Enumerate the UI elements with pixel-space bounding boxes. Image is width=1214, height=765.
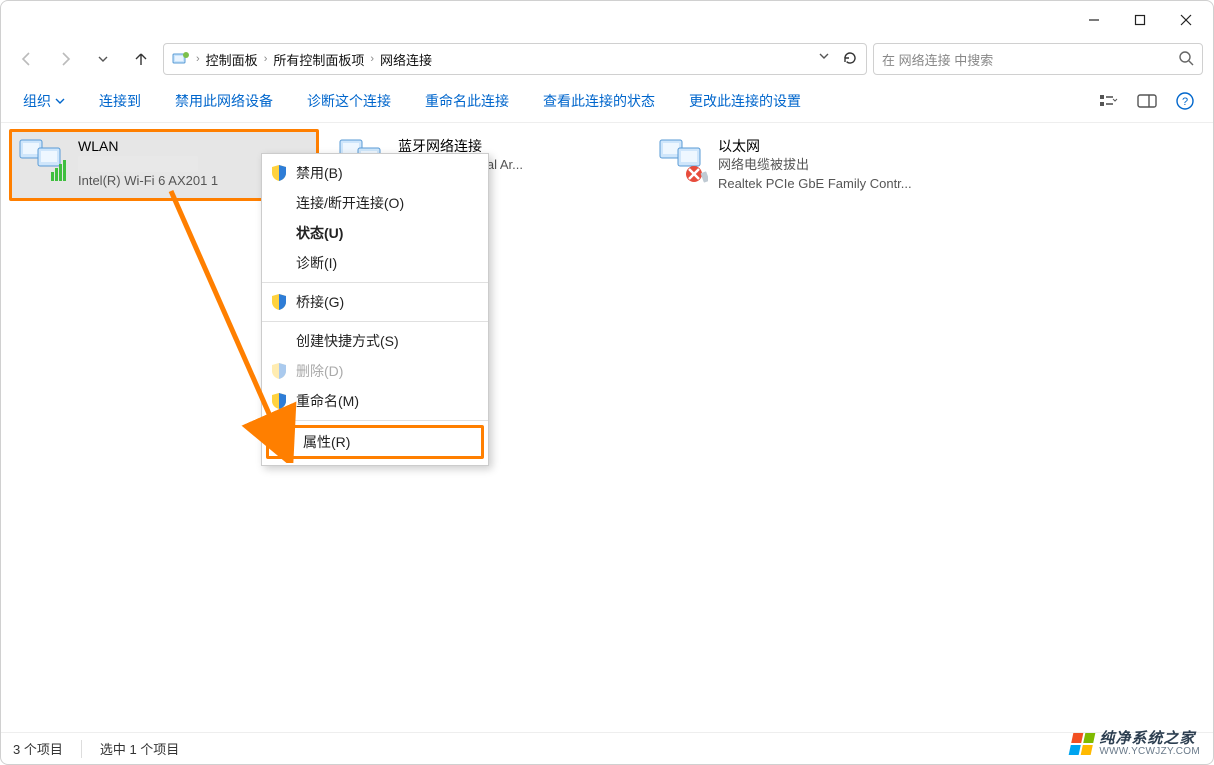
breadcrumb[interactable]: › 控制面板 › 所有控制面板项 › 网络连接 bbox=[163, 43, 867, 75]
address-dropdown[interactable] bbox=[818, 50, 830, 69]
watermark-logo-icon bbox=[1069, 733, 1096, 755]
chevron-right-icon: › bbox=[264, 53, 268, 65]
chevron-right-icon: › bbox=[370, 53, 374, 65]
ctx-bridge[interactable]: 桥接(G) bbox=[262, 287, 488, 317]
status-bar: 3 个项目 选中 1 个项目 bbox=[1, 732, 1213, 764]
disable-device-button[interactable]: 禁用此网络设备 bbox=[163, 85, 285, 117]
adapter-title: WLAN bbox=[78, 136, 218, 156]
change-settings-button[interactable]: 更改此连接的设置 bbox=[677, 85, 813, 117]
minimize-button[interactable] bbox=[1071, 4, 1117, 36]
search-placeholder: 在 网络连接 中搜索 bbox=[882, 50, 1178, 69]
diagnose-button[interactable]: 诊断这个连接 bbox=[295, 85, 403, 117]
adapter-status: 网络电缆被拔出 bbox=[718, 156, 912, 175]
command-bar: 组织 连接到 禁用此网络设备 诊断这个连接 重命名此连接 查看此连接的状态 更改… bbox=[1, 79, 1213, 123]
connect-to-button[interactable]: 连接到 bbox=[87, 85, 153, 117]
organize-menu[interactable]: 组织 bbox=[11, 85, 77, 117]
watermark-title: 纯净系统之家 bbox=[1099, 731, 1200, 746]
maximize-button[interactable] bbox=[1117, 4, 1163, 36]
ctx-properties-highlight: 属性(R) bbox=[266, 425, 484, 459]
ctx-connect-disconnect[interactable]: 连接/断开连接(O) bbox=[262, 188, 488, 218]
svg-text:?: ? bbox=[1182, 96, 1188, 108]
breadcrumb-item[interactable]: 控制面板 bbox=[206, 50, 258, 69]
network-adapter-icon bbox=[656, 136, 708, 184]
adapter-device: Intel(R) Wi-Fi 6 AX201 1 bbox=[78, 172, 218, 191]
control-panel-icon bbox=[172, 50, 190, 68]
uac-shield-icon bbox=[270, 164, 288, 182]
search-input[interactable]: 在 网络连接 中搜索 bbox=[873, 43, 1203, 75]
menu-divider bbox=[262, 420, 488, 421]
watermark: 纯净系统之家 WWW.YCWJZY.COM bbox=[1071, 731, 1200, 757]
forward-button[interactable] bbox=[49, 43, 81, 75]
adapter-device: Realtek PCIe GbE Family Contr... bbox=[718, 175, 912, 194]
rename-button[interactable]: 重命名此连接 bbox=[413, 85, 521, 117]
ctx-status[interactable]: 状态(U) bbox=[262, 218, 488, 248]
close-button[interactable] bbox=[1163, 4, 1209, 36]
search-icon bbox=[1178, 50, 1194, 69]
ctx-delete: 删除(D) bbox=[262, 356, 488, 386]
explorer-window: › 控制面板 › 所有控制面板项 › 网络连接 在 网络连接 中搜索 组织 连接… bbox=[0, 0, 1214, 765]
content-area[interactable]: WLAN Intel(R) Wi-Fi 6 AX201 1 蓝牙网络连接 bbox=[1, 123, 1213, 732]
back-button[interactable] bbox=[11, 43, 43, 75]
status-item-count: 3 个项目 bbox=[13, 739, 63, 758]
preview-pane-button[interactable] bbox=[1129, 85, 1165, 117]
uac-shield-icon bbox=[270, 362, 288, 380]
chevron-right-icon: › bbox=[196, 53, 200, 65]
context-menu: 禁用(B) 连接/断开连接(O) 状态(U) 诊断(I) 桥接(G) 创建快捷方… bbox=[261, 153, 489, 466]
refresh-button[interactable] bbox=[842, 50, 858, 69]
adapter-ssid-blurred bbox=[78, 156, 198, 172]
ctx-properties[interactable]: 属性(R) bbox=[269, 428, 481, 456]
uac-shield-icon bbox=[277, 433, 295, 451]
help-button[interactable]: ? bbox=[1167, 85, 1203, 117]
recent-dropdown[interactable] bbox=[87, 43, 119, 75]
status-selection: 选中 1 个项目 bbox=[100, 739, 179, 758]
uac-shield-icon bbox=[270, 392, 288, 410]
ctx-disable[interactable]: 禁用(B) bbox=[262, 158, 488, 188]
adapter-ethernet[interactable]: 以太网 网络电缆被拔出 Realtek PCIe GbE Family Cont… bbox=[649, 129, 959, 201]
ctx-rename[interactable]: 重命名(M) bbox=[262, 386, 488, 416]
adapter-title: 以太网 bbox=[718, 136, 912, 156]
network-adapter-icon bbox=[16, 136, 68, 184]
menu-divider bbox=[262, 282, 488, 283]
title-bar bbox=[1, 1, 1213, 39]
uac-shield-icon bbox=[270, 293, 288, 311]
up-button[interactable] bbox=[125, 43, 157, 75]
watermark-url: WWW.YCWJZY.COM bbox=[1099, 746, 1200, 757]
adapter-list: WLAN Intel(R) Wi-Fi 6 AX201 1 蓝牙网络连接 bbox=[9, 129, 1205, 201]
ctx-create-shortcut[interactable]: 创建快捷方式(S) bbox=[262, 326, 488, 356]
breadcrumb-item[interactable]: 网络连接 bbox=[380, 50, 432, 69]
ctx-diagnose[interactable]: 诊断(I) bbox=[262, 248, 488, 278]
status-separator bbox=[81, 740, 82, 758]
breadcrumb-item[interactable]: 所有控制面板项 bbox=[273, 50, 364, 69]
view-status-button[interactable]: 查看此连接的状态 bbox=[531, 85, 667, 117]
address-bar-row: › 控制面板 › 所有控制面板项 › 网络连接 在 网络连接 中搜索 bbox=[1, 39, 1213, 79]
menu-divider bbox=[262, 321, 488, 322]
view-options-button[interactable] bbox=[1091, 85, 1127, 117]
